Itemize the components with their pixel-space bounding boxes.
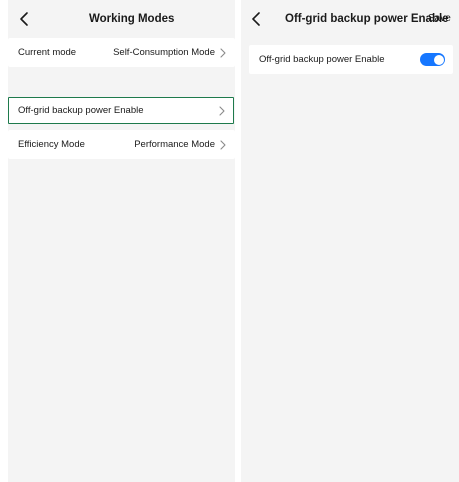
current-mode-row[interactable]: Current mode Self-Consumption Mode	[8, 38, 235, 67]
chevron-right-icon	[219, 106, 225, 116]
working-modes-header: Working Modes	[8, 0, 235, 38]
off-grid-backup-toggle[interactable]	[420, 53, 445, 66]
page-title: Working Modes	[89, 13, 175, 25]
row-label: Current mode	[18, 47, 77, 58]
row-label: Efficiency Mode	[18, 139, 85, 150]
off-grid-backup-row[interactable]: Off-grid backup power Enable	[8, 97, 234, 124]
row-value: Self-Consumption Mode	[113, 47, 215, 58]
off-grid-backup-setting-row: Off-grid backup power Enable	[249, 45, 453, 74]
chevron-left-icon[interactable]	[250, 11, 264, 27]
chevron-right-icon	[220, 48, 226, 58]
working-modes-screen: Working Modes Current mode Self-Consumpt…	[8, 0, 235, 482]
row-label: Off-grid backup power Enable	[18, 105, 144, 116]
off-grid-backup-screen: Off-grid backup power Enable Save Off-gr…	[241, 0, 459, 482]
toggle-knob	[433, 54, 444, 65]
row-value: Performance Mode	[134, 139, 215, 150]
screen: Working Modes Current mode Self-Consumpt…	[0, 0, 459, 482]
chevron-left-icon[interactable]	[18, 11, 32, 27]
off-grid-backup-header: Off-grid backup power Enable Save	[241, 0, 459, 38]
page-title: Off-grid backup power Enable	[285, 13, 449, 25]
chevron-right-icon	[220, 140, 226, 150]
row-label: Off-grid backup power Enable	[259, 54, 385, 65]
save-button[interactable]: Save	[428, 0, 451, 38]
efficiency-mode-row[interactable]: Efficiency Mode Performance Mode	[8, 130, 235, 159]
